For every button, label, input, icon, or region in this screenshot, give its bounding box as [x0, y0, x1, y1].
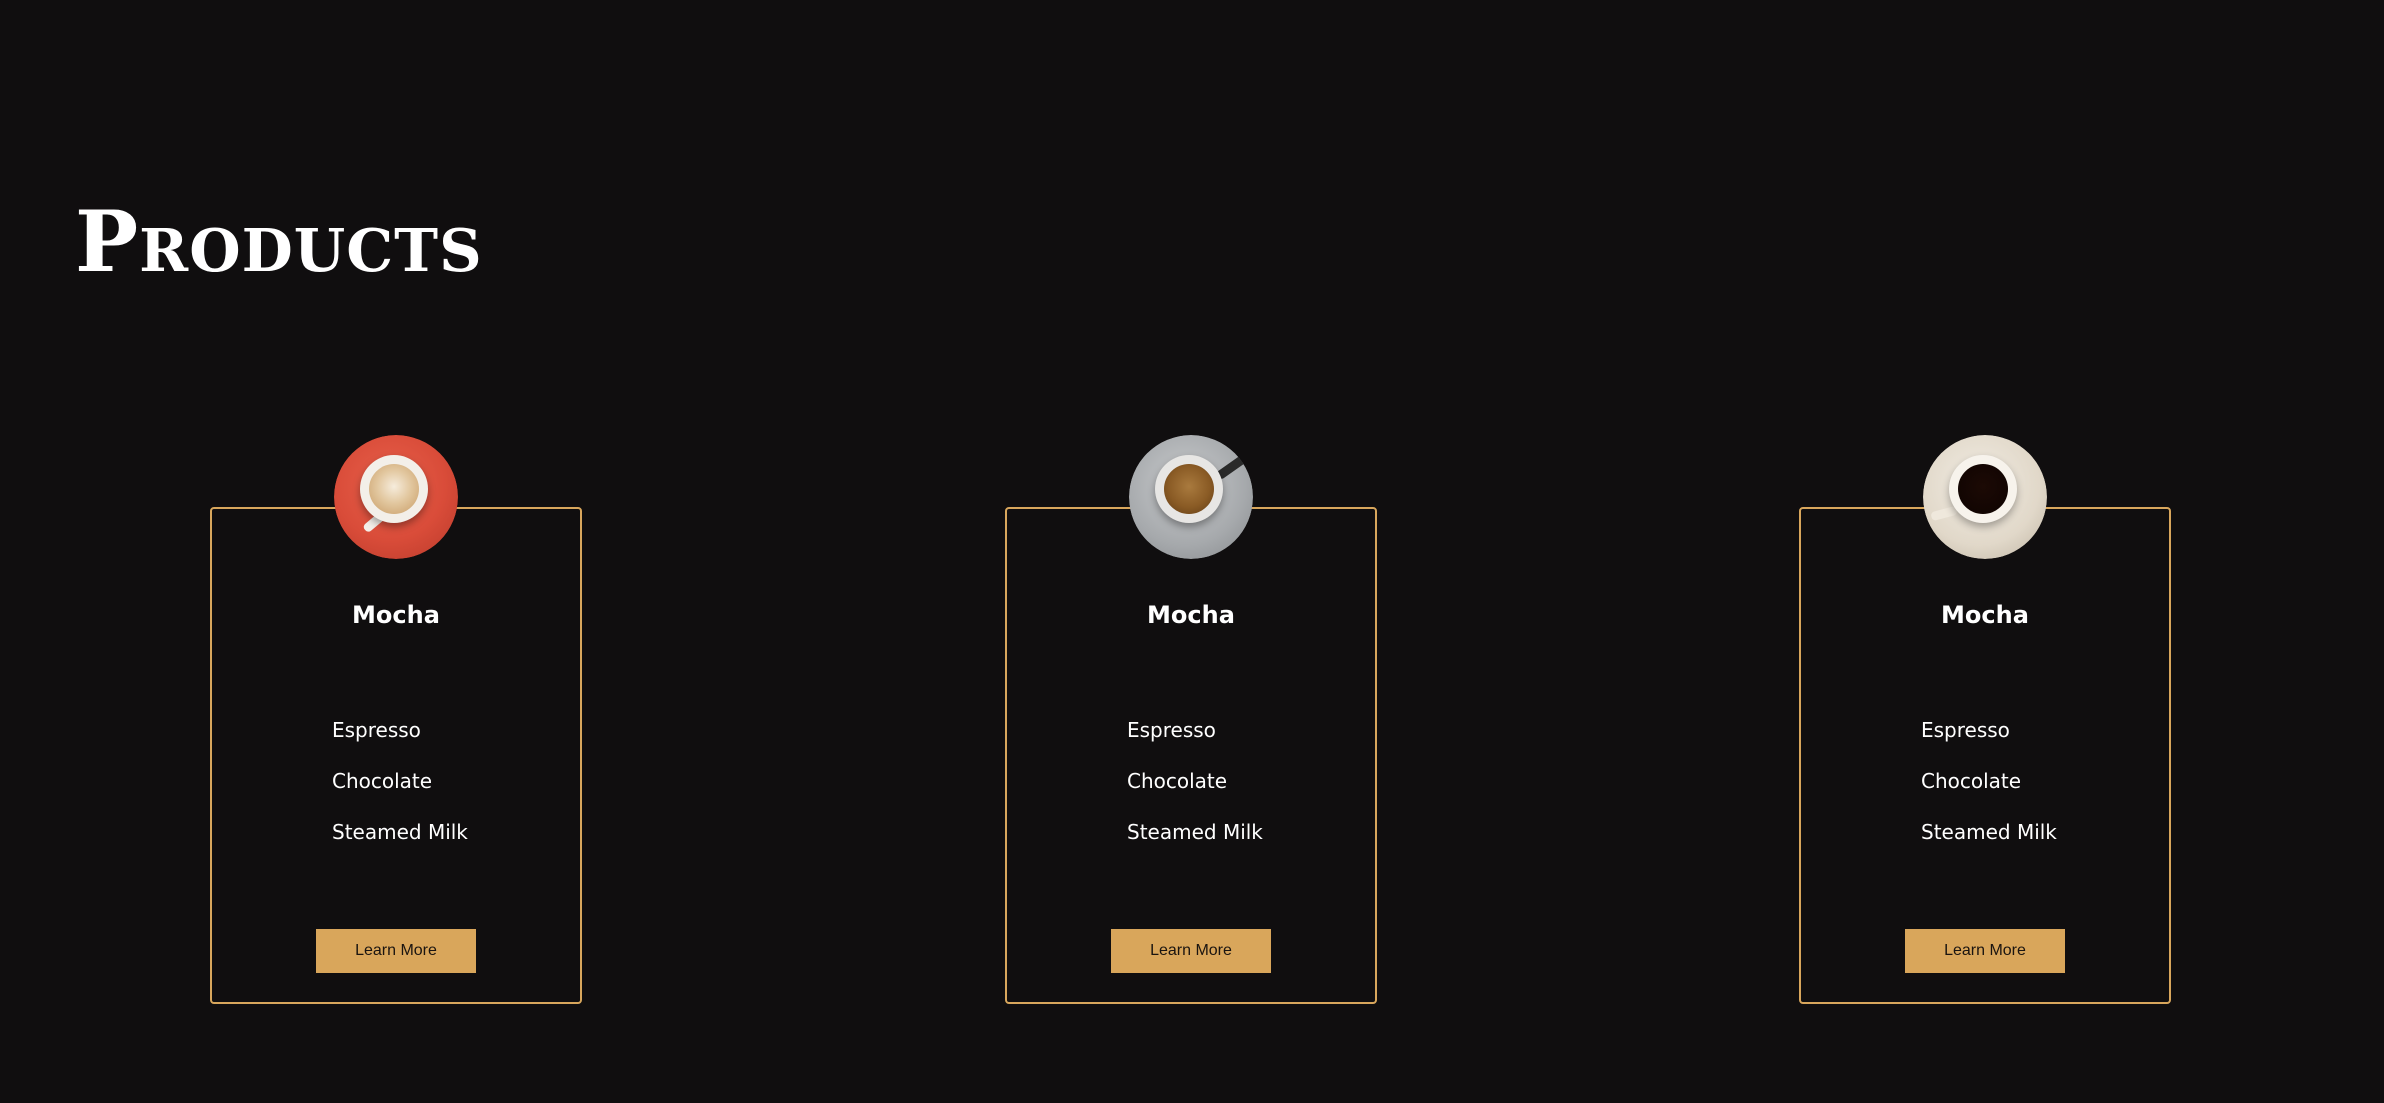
ingredient-item: Chocolate [1127, 769, 1228, 793]
coffee-liquid [369, 464, 419, 514]
ingredient-item: Espresso [1921, 718, 2010, 742]
coffee-cup-image [1923, 435, 2047, 559]
product-card: Mocha Espresso Chocolate Steamed Milk Le… [1799, 435, 2171, 1004]
cup-rim [360, 455, 428, 523]
ingredient-list: Espresso Chocolate Steamed Milk [332, 717, 468, 870]
product-card: Mocha Espresso Chocolate Steamed Milk Le… [1005, 435, 1377, 1004]
product-name: Mocha [1147, 601, 1235, 629]
ingredient-item: Espresso [1127, 718, 1216, 742]
ingredient-item: Chocolate [332, 769, 433, 793]
learn-more-button[interactable]: Learn More [316, 929, 476, 973]
coffee-liquid [1164, 464, 1214, 514]
ingredient-item: Steamed Milk [1127, 820, 1263, 844]
coffee-cup-image [334, 435, 458, 559]
page-title: Products [75, 192, 483, 291]
product-name: Mocha [352, 601, 440, 629]
learn-more-button[interactable]: Learn More [1905, 929, 2065, 973]
cup-rim [1155, 455, 1223, 523]
ingredient-item: Steamed Milk [1921, 820, 2057, 844]
product-name: Mocha [1941, 601, 2029, 629]
cup-rim [1949, 455, 2017, 523]
ingredient-list: Espresso Chocolate Steamed Milk [1921, 717, 2057, 870]
coffee-cup-image [1129, 435, 1253, 559]
ingredient-item: Espresso [332, 718, 421, 742]
learn-more-button[interactable]: Learn More [1111, 929, 1271, 973]
ingredient-list: Espresso Chocolate Steamed Milk [1127, 717, 1263, 870]
product-card: Mocha Espresso Chocolate Steamed Milk Le… [210, 435, 582, 1004]
ingredient-item: Chocolate [1921, 769, 2022, 793]
coffee-liquid [1958, 464, 2008, 514]
ingredient-item: Steamed Milk [332, 820, 468, 844]
